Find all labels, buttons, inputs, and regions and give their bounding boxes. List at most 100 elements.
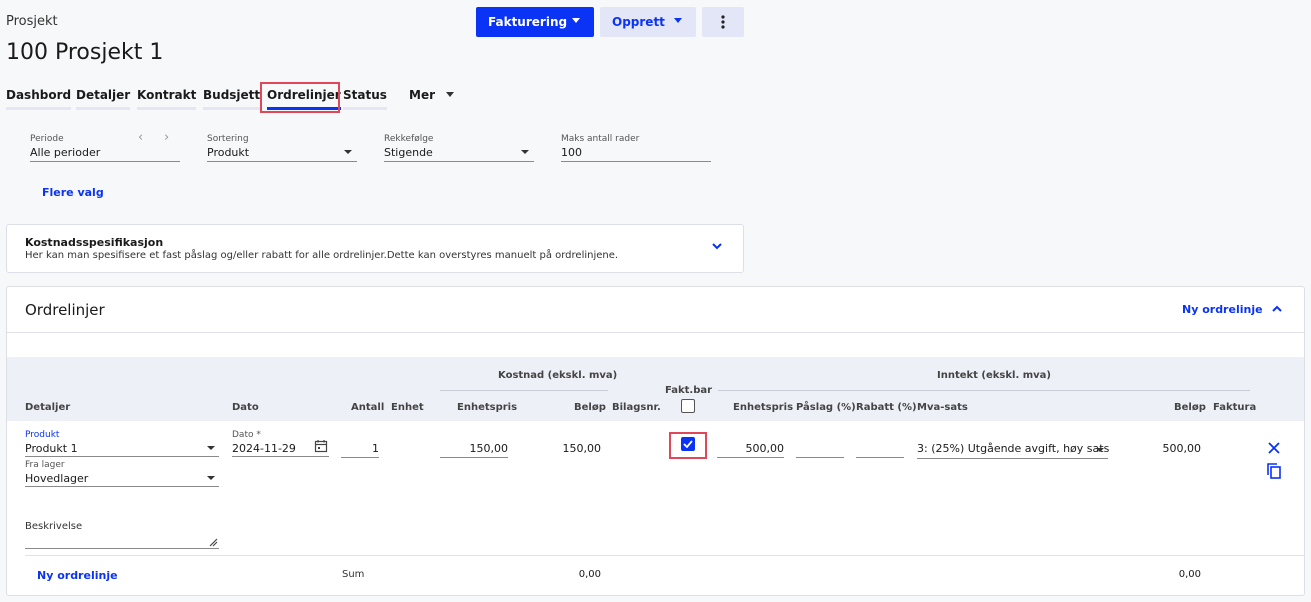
- tab-kontrakt[interactable]: Kontrakt: [137, 88, 197, 110]
- chevron-right-icon[interactable]: ›: [164, 130, 169, 145]
- resize-handle-icon[interactable]: [209, 538, 218, 547]
- billable-checkbox[interactable]: [681, 437, 695, 451]
- breadcrumb[interactable]: Prosjekt: [6, 14, 58, 29]
- date-input[interactable]: 2024-11-29: [232, 442, 296, 455]
- col-income-amount: Beløp: [1174, 402, 1206, 413]
- tab-budsjett[interactable]: Budsjett: [203, 88, 261, 110]
- chevron-down-icon: [674, 18, 682, 23]
- income-sum: 0,00: [1178, 569, 1201, 580]
- divider: [7, 332, 1304, 333]
- col-cost-amount: Beløp: [574, 402, 606, 413]
- calendar-icon[interactable]: [314, 439, 328, 453]
- product-underline: [25, 456, 219, 457]
- sum-label: Sum: [342, 569, 365, 580]
- period-underline: [30, 161, 180, 162]
- cost-spec-title: Kostnadsspesifikasjon: [25, 236, 164, 249]
- chevron-down-icon[interactable]: [207, 446, 215, 450]
- vat-underline: [917, 458, 1108, 459]
- col-vat: Mva-sats: [917, 402, 968, 413]
- order-select[interactable]: Stigende: [384, 146, 433, 159]
- billable-select-all-checkbox[interactable]: [681, 399, 695, 413]
- income-unit-price-underline: [717, 457, 784, 458]
- period-label: Periode: [30, 134, 64, 144]
- footer-divider: [25, 555, 1305, 556]
- tab-status[interactable]: Status: [343, 88, 387, 110]
- order-underline: [384, 161, 534, 162]
- income-amount: 500,00: [1162, 442, 1202, 455]
- tab-dashbord[interactable]: Dashbord: [6, 88, 72, 110]
- orderlines-title: Ordrelinjer: [25, 301, 105, 319]
- product-label: Produkt: [25, 430, 60, 440]
- chevron-down-icon[interactable]: [207, 476, 215, 480]
- chevron-down-icon[interactable]: [1096, 448, 1104, 452]
- chevron-down-icon[interactable]: [344, 150, 352, 154]
- product-select[interactable]: Produkt 1: [25, 442, 78, 455]
- cost-spec-description: Her kan man spesifisere et fast påslag o…: [25, 250, 619, 261]
- description-label: Beskrivelse: [25, 521, 83, 532]
- check-icon: [683, 440, 693, 448]
- orderlines-panel: Ordrelinjer Ny ordrelinje: [6, 286, 1305, 596]
- col-date: Dato: [232, 402, 259, 413]
- cost-spec-panel[interactable]: Kostnadsspesifikasjon Her kan man spesif…: [6, 224, 744, 273]
- cost-unit-price-underline: [440, 457, 508, 458]
- footer-new-orderline-link[interactable]: Ny ordrelinje: [37, 569, 118, 582]
- sort-underline: [207, 161, 357, 162]
- page-title: 100 Prosjekt 1: [6, 40, 164, 65]
- tab-mer[interactable]: Mer: [409, 88, 435, 110]
- col-details: Detaljer: [25, 402, 71, 413]
- vat-select[interactable]: 3: (25%) Utgående avgift, høy sats: [917, 442, 1109, 455]
- billable-header: Fakt.bar: [665, 385, 713, 396]
- copy-icon[interactable]: [1267, 463, 1281, 479]
- chevron-down-icon[interactable]: [711, 242, 723, 250]
- max-rows-label: Maks antall rader: [561, 134, 640, 144]
- cost-group-line: [440, 390, 608, 391]
- cost-unit-price-input[interactable]: 150,00: [440, 442, 509, 455]
- income-group-line: [718, 390, 1250, 391]
- quantity-input[interactable]: 1: [341, 442, 379, 455]
- close-icon[interactable]: [1268, 442, 1280, 454]
- col-cost-unit-price: Enhetspris: [457, 402, 518, 413]
- tab-detaljer[interactable]: Detaljer: [76, 88, 131, 110]
- chevron-up-icon[interactable]: [1271, 305, 1283, 313]
- col-income-unit-price: Enhetspris: [733, 402, 794, 413]
- chevron-down-icon: [572, 18, 580, 23]
- col-voucher: Bilagsnr.: [612, 402, 661, 413]
- chevron-down-icon[interactable]: [446, 92, 454, 97]
- invoicing-button-label: Fakturering: [488, 15, 568, 29]
- income-group-header: Inntekt (ekskl. mva): [937, 370, 1052, 381]
- chevron-left-icon[interactable]: ‹: [138, 130, 143, 145]
- more-options-link[interactable]: Flere valg: [42, 186, 104, 199]
- col-discount: Rabatt (%): [856, 402, 917, 413]
- discount-input[interactable]: [856, 457, 904, 458]
- warehouse-select[interactable]: Hovedlager: [25, 472, 88, 485]
- chevron-down-icon[interactable]: [521, 150, 529, 154]
- cost-amount: 150,00: [562, 442, 602, 455]
- new-orderline-link[interactable]: Ny ordrelinje: [1182, 303, 1263, 316]
- income-unit-price-input[interactable]: 500,00: [717, 442, 785, 455]
- cost-sum: 0,00: [578, 569, 601, 580]
- description-textarea[interactable]: [25, 548, 219, 549]
- max-rows-input[interactable]: 100: [561, 146, 582, 159]
- kebab-menu-icon: [721, 15, 725, 29]
- warehouse-label: Fra lager: [25, 460, 65, 470]
- col-invoice: Faktura: [1213, 402, 1257, 413]
- order-label: Rekkefølge: [384, 134, 434, 144]
- cost-group-header: Kostnad (ekskl. mva): [498, 370, 618, 381]
- quantity-underline: [341, 457, 379, 458]
- date-underline: [232, 456, 329, 457]
- col-quantity: Antall: [351, 402, 385, 413]
- col-unit: Enhet: [391, 402, 424, 413]
- sort-label: Sortering: [207, 134, 249, 144]
- col-markup: Påslag (%): [796, 402, 856, 413]
- more-actions-button[interactable]: [702, 7, 744, 37]
- period-field[interactable]: Alle perioder: [30, 146, 100, 159]
- sort-select[interactable]: Produkt: [207, 146, 249, 159]
- warehouse-underline: [25, 486, 219, 487]
- markup-input[interactable]: [796, 457, 844, 458]
- tab-highlight-frame: [260, 82, 340, 113]
- invoicing-button[interactable]: Fakturering: [476, 7, 594, 37]
- max-rows-underline: [561, 161, 711, 162]
- date-label: Dato *: [232, 430, 261, 440]
- create-button-label: Opprett: [612, 15, 665, 29]
- create-button[interactable]: Opprett: [600, 7, 696, 37]
